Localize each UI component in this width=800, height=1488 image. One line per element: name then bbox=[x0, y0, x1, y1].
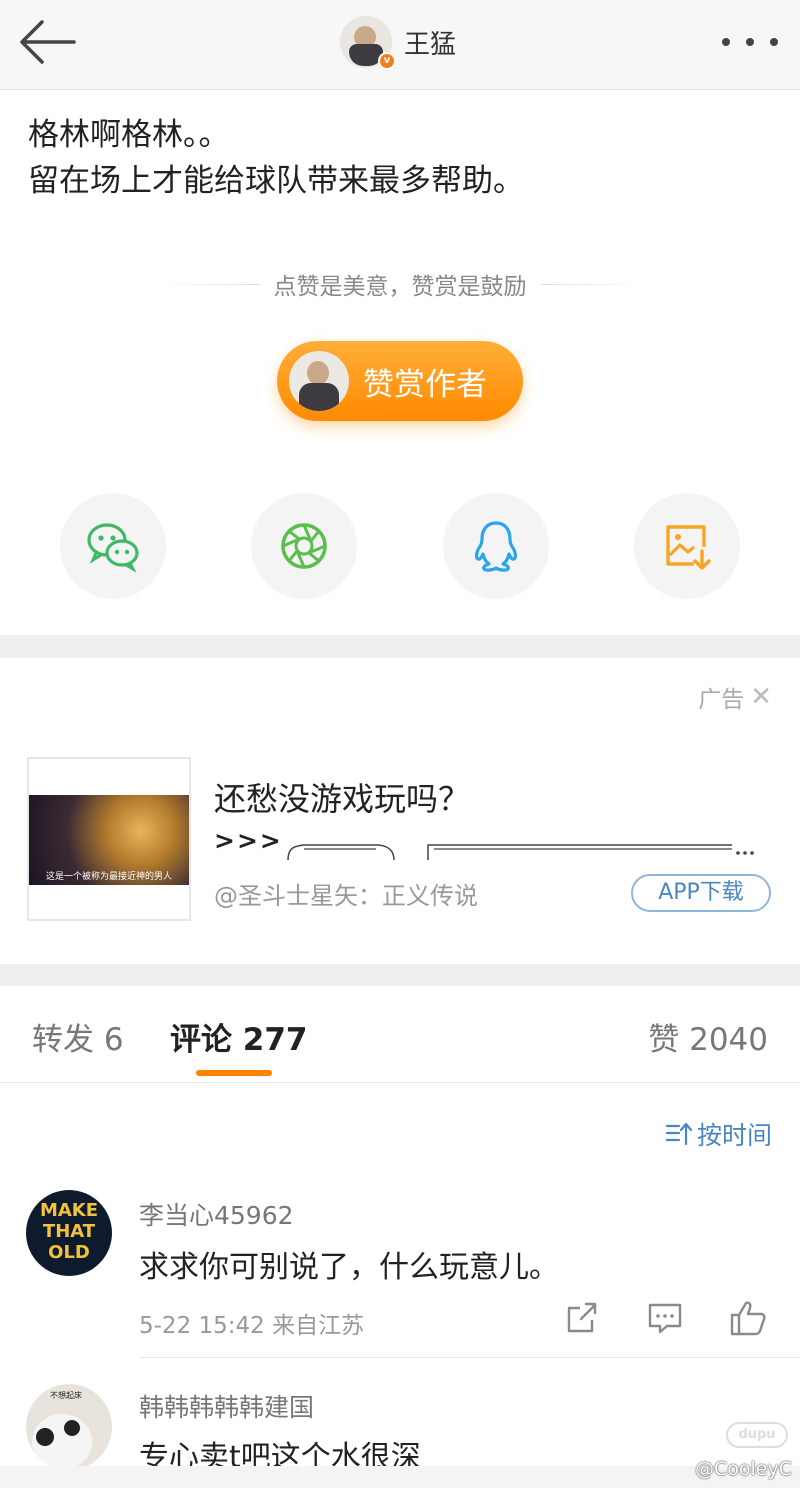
section-gap bbox=[0, 964, 800, 986]
post-line: 留在场上才能给球队带来最多帮助。 bbox=[28, 163, 524, 199]
share-moments-button[interactable] bbox=[251, 493, 357, 599]
bottom-strip bbox=[0, 1466, 800, 1488]
more-options-button[interactable] bbox=[722, 28, 778, 56]
back-button[interactable] bbox=[18, 18, 82, 66]
author-avatar bbox=[289, 351, 349, 411]
divider bbox=[0, 1082, 800, 1083]
more-dot-icon bbox=[770, 38, 778, 46]
sort-by-time-button[interactable]: 按时间 bbox=[665, 1116, 772, 1152]
ad-title[interactable]: 还愁没游戏玩吗？ bbox=[214, 774, 470, 820]
save-image-button[interactable] bbox=[634, 493, 740, 599]
qq-icon bbox=[475, 521, 517, 572]
sort-label: 按时间 bbox=[696, 1121, 772, 1150]
author-avatar[interactable]: v bbox=[340, 16, 396, 70]
active-tab-indicator bbox=[196, 1070, 272, 1076]
divider bbox=[139, 1357, 800, 1358]
tab-comments[interactable]: 评论 277 bbox=[170, 1014, 308, 1059]
more-dot-icon bbox=[722, 38, 730, 46]
commenter-avatar[interactable]: MAKE THAT OLD bbox=[26, 1190, 112, 1276]
comment-meta: 5-22 15:42 来自江苏 bbox=[139, 1313, 365, 1339]
share-wechat-button[interactable] bbox=[60, 493, 166, 599]
back-arrow-icon bbox=[20, 20, 76, 64]
ad-close-icon[interactable]: ✕ bbox=[750, 682, 772, 712]
commenter-name[interactable]: 韩韩韩韩韩建国 bbox=[139, 1388, 314, 1424]
comment-icon bbox=[648, 1303, 682, 1334]
repost-icon bbox=[567, 1302, 597, 1333]
avatar-text: THAT bbox=[42, 1221, 96, 1242]
post-text: 格林啊格林。。 留在场上才能给球队带来最多帮助。 bbox=[28, 112, 768, 204]
ad-arrows: >>> bbox=[214, 826, 283, 855]
tab-reposts[interactable]: 转发 6 bbox=[32, 1014, 124, 1059]
ad-label-text: 广告 bbox=[698, 687, 745, 713]
watermark-text: @CooleyC bbox=[695, 1458, 792, 1480]
commenter-name[interactable]: 李当心45962 bbox=[139, 1196, 294, 1232]
thumbs-up-icon bbox=[730, 1301, 766, 1336]
reply-comment-button[interactable] bbox=[645, 1298, 685, 1338]
sort-icon bbox=[665, 1122, 693, 1146]
reward-slogan-text: 点赞是美意，赞赏是鼓励 bbox=[273, 274, 527, 300]
avatar-text: OLD bbox=[48, 1242, 90, 1263]
avatar-text: MAKE bbox=[39, 1200, 99, 1221]
reward-author-button[interactable]: 赞赏作者 bbox=[277, 341, 523, 421]
ad-thumb-caption: 这是一个被称为最接近神的男人 bbox=[45, 872, 172, 882]
save-image-icon bbox=[666, 525, 711, 570]
more-dot-icon bbox=[746, 38, 754, 46]
share-qq-button[interactable] bbox=[443, 493, 549, 599]
comment-text: 求求你可别说了，什么玩意儿。 bbox=[139, 1250, 559, 1285]
watermark-logo: dupu bbox=[726, 1422, 788, 1448]
moments-icon bbox=[281, 523, 327, 569]
ad-decoration bbox=[287, 844, 754, 861]
reward-slogan: 点赞是美意，赞赏是鼓励 bbox=[160, 266, 640, 302]
author-info[interactable]: v 王猛 bbox=[340, 14, 456, 70]
post-line: 格林啊格林。。 bbox=[28, 117, 230, 153]
avatar-text: 不想起床 bbox=[50, 1391, 82, 1400]
ad-thumbnail[interactable]: 这是一个被称为最接近神的男人 bbox=[27, 757, 191, 921]
author-name[interactable]: 王猛 bbox=[404, 24, 456, 61]
app-download-button[interactable]: APP下载 bbox=[631, 874, 771, 912]
top-bar: v 王猛 bbox=[0, 0, 800, 90]
commenter-avatar[interactable]: 不想起床 bbox=[26, 1384, 112, 1470]
divider bbox=[540, 283, 640, 285]
verified-badge-icon: v bbox=[378, 52, 396, 70]
section-gap bbox=[0, 635, 800, 658]
divider bbox=[160, 283, 260, 285]
ad-label: 广告 ✕ bbox=[698, 680, 772, 714]
like-comment-button[interactable] bbox=[728, 1298, 768, 1338]
wechat-icon bbox=[87, 523, 139, 573]
reward-button-label: 赞赏作者 bbox=[363, 366, 487, 403]
tab-likes[interactable]: 赞 2040 bbox=[648, 1014, 768, 1059]
ad-source: @圣斗士星矢：正义传说 bbox=[214, 882, 478, 910]
repost-comment-button[interactable] bbox=[562, 1298, 602, 1338]
